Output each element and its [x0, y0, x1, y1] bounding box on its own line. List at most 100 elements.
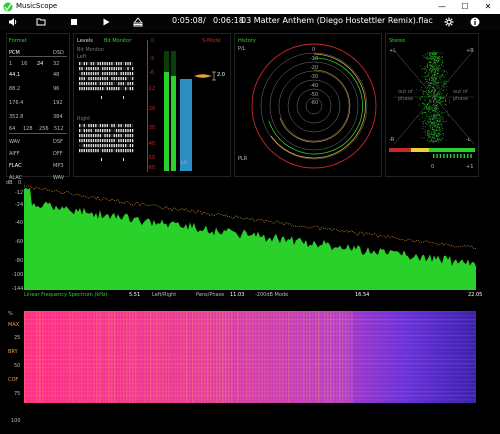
history-panel: History P/L PLR 0 -10 -20 -30 -40 -50 -6… [234, 33, 382, 177]
levels-title: Levels [77, 38, 93, 44]
out-of-phase-left-2: phase [398, 96, 414, 102]
settings-gear-icon[interactable] [444, 17, 454, 27]
bit-monitor-title: Bit Monitor [104, 38, 132, 44]
total-time: 0:06:18 [213, 16, 244, 25]
bit-depth: 16 [21, 61, 28, 67]
scale-label: 0 [151, 38, 155, 44]
ring-label: -50 [310, 92, 319, 98]
spectrogram-y-label: COF [8, 377, 19, 383]
levels-panel: Levels Bit Monitor Bit Monitor Left Righ… [73, 33, 231, 177]
dsd-rate: 128 [23, 126, 33, 132]
right-label: Right [77, 116, 91, 122]
spectrum-y-label: -40 [15, 220, 24, 226]
spectrum-y-label: 0 [18, 180, 22, 186]
plr-label: PLR [238, 156, 248, 162]
spectrogram-y-label: 25 [14, 335, 21, 341]
spectrogram-y-label: 50 [14, 363, 21, 369]
time-separator: / [203, 16, 206, 25]
file-type: FLAC [9, 163, 22, 169]
out-of-phase-right-2: phase [453, 96, 469, 102]
close-button[interactable]: ✕ [478, 1, 498, 13]
dsd-rate: 64 [9, 126, 16, 132]
left-right-mode[interactable]: Left/Right [152, 292, 176, 298]
format-title: Format [9, 38, 27, 44]
toolbar: 0:05:08 / 0:06:18 03 Matter Anthem (Dieg… [0, 14, 500, 30]
spectrogram-y-label: 100 [11, 418, 21, 424]
maximize-button[interactable]: ☐ [455, 1, 475, 13]
sample-rate: 88.2 [9, 86, 21, 92]
spectrum-y-label: -144 [12, 286, 24, 292]
spectrum-x-label: 11.03 [230, 292, 245, 298]
left-bit-grid [79, 62, 134, 99]
dsd-rate: 512 [54, 126, 64, 132]
spectrogram-y-label: MAX [8, 322, 20, 328]
scale-label: -50 [147, 155, 156, 161]
bit-depth: 1 [9, 61, 13, 67]
file-type: DFF [53, 151, 63, 157]
track-title: 03 Matter Anthem (Diego Hostettler Remix… [241, 16, 433, 25]
db-200-mode[interactable]: -200dB Mode [255, 292, 288, 298]
pl-label: P/L [238, 46, 246, 52]
file-type: MP3 [53, 163, 64, 169]
open-folder-icon[interactable] [36, 17, 46, 27]
file-type: AIFF [9, 151, 20, 157]
spectrum-y-label: -12 [15, 190, 24, 196]
dsd-rate: 256 [39, 126, 49, 132]
spectrum-y-label: -60 [15, 239, 24, 245]
info-icon[interactable] [470, 17, 480, 27]
bit-depth: 24 [37, 61, 44, 67]
stereo-panel: Stereo +L +R -R -L out of phase out of p… [385, 33, 479, 177]
eject-icon[interactable] [133, 17, 143, 27]
sample-rate: 44.1 [9, 72, 21, 78]
sample-rate: 48 [53, 72, 60, 78]
scale-label: -3 [149, 56, 154, 62]
minimize-button[interactable]: — [432, 1, 452, 13]
spectrum-y-label: -24 [15, 202, 24, 208]
spectrum-y-label: -80 [15, 258, 24, 264]
scale-label: -12 [147, 86, 156, 92]
scale-label: -6 [149, 70, 154, 76]
left-label: Left [77, 54, 87, 60]
format-panel: Format PCM DSD 1 16 24 32 44.1 88.2 176.… [6, 33, 70, 181]
spectrum-panel: dB 0 -12 -24 -40 -60 -80 -100 -144 Linea… [0, 180, 500, 303]
out-of-phase-left: out of [398, 89, 413, 95]
spectrogram-y-label: % [8, 311, 13, 317]
lu-label: LU [181, 160, 188, 166]
scale-label: -60 [147, 165, 156, 171]
spectrum-x-label: 22.05 [468, 292, 483, 298]
out-of-phase-right: out of [453, 89, 468, 95]
sample-rate: 96 [53, 86, 60, 92]
window-title: MusicScope [16, 2, 58, 10]
level-bar-right [171, 76, 176, 171]
ring-label: -40 [310, 83, 319, 89]
loudness-range-value: 2.0 [217, 72, 225, 78]
sample-rate: 176.4 [9, 100, 24, 106]
level-bar-left [164, 72, 169, 171]
bit-depth: 32 [53, 61, 60, 67]
scale-label: -20 [147, 106, 156, 112]
correlation-meter [389, 148, 475, 158]
file-type: DSF [53, 139, 63, 145]
spectrum-y-label: -100 [12, 272, 24, 278]
sample-rate: 352.8 [9, 114, 24, 120]
pans-phase-mode[interactable]: Pans/Phase [196, 292, 224, 298]
sample-rate: 384 [53, 114, 63, 120]
volume-icon[interactable] [8, 17, 18, 27]
db-label: dB [6, 180, 13, 186]
spectrum-x-label: 5.51 [129, 292, 141, 298]
stop-icon[interactable] [69, 17, 79, 27]
ring-label: -20 [310, 65, 319, 71]
spectrogram-y-label: 75 [14, 391, 21, 397]
right-bit-grid [79, 124, 134, 161]
spectrum-x-label: 16.54 [355, 292, 370, 298]
bit-monitor-sub: Bit Monitor [77, 47, 105, 53]
s-mode-label: S-Mode [202, 38, 221, 44]
scale-label: -40 [147, 141, 156, 147]
scale-label: -30 [147, 125, 156, 131]
loudness-bar [180, 79, 192, 171]
title-bar: MusicScope — ☐ ✕ [0, 0, 500, 14]
ring-label: 0 [312, 47, 316, 53]
ring-label: -10 [310, 56, 319, 62]
sample-rate: 192 [53, 100, 63, 106]
play-icon[interactable] [101, 17, 111, 27]
